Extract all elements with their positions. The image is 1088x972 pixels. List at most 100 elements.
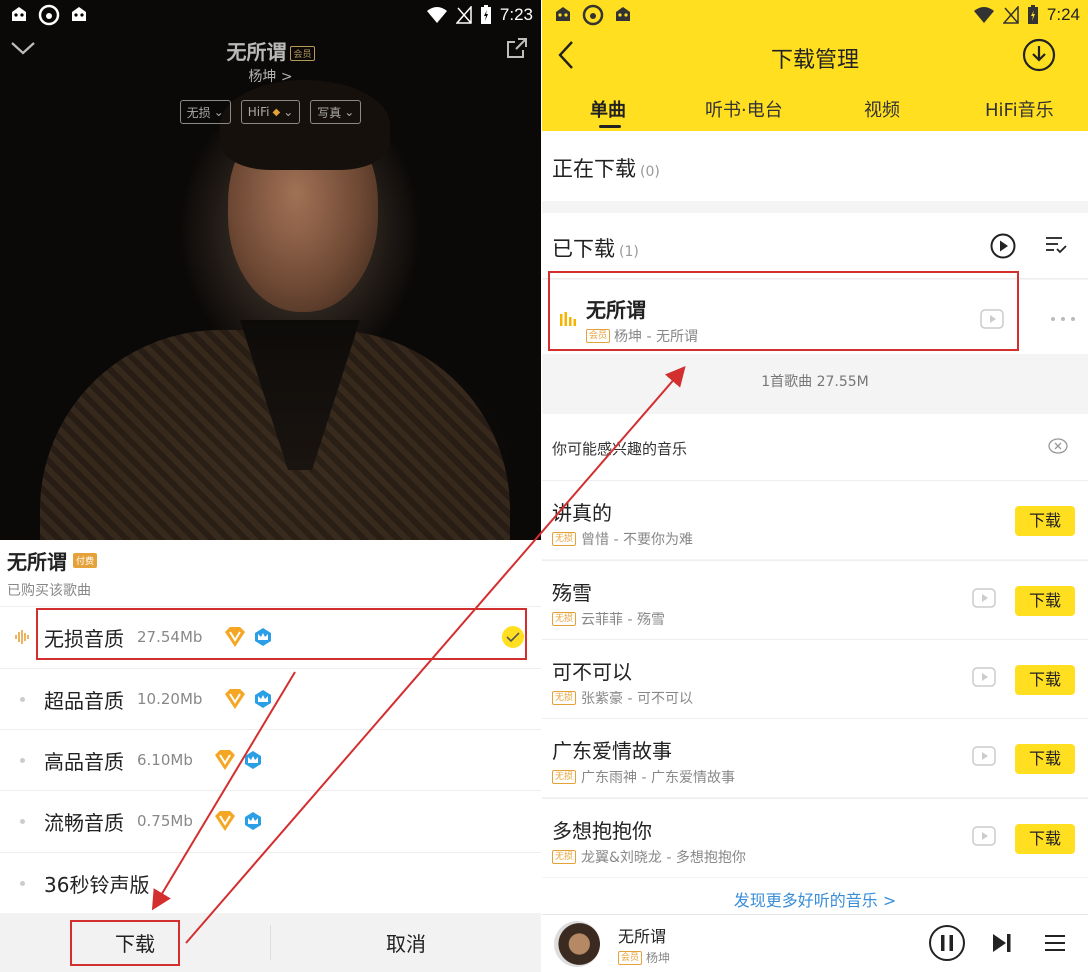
more-options-icon[interactable] — [1050, 316, 1076, 322]
app-notification-icon — [552, 4, 574, 26]
bullet-dot — [20, 696, 25, 702]
song-meta: 龙翼&刘晓龙 - 多想抱抱你 — [581, 850, 746, 866]
download-circle-icon[interactable] — [1022, 38, 1056, 72]
play-all-icon[interactable] — [990, 233, 1016, 259]
share-icon[interactable] — [505, 36, 529, 60]
download-manager-header: 7:24 下载管理 单曲 听书·电台 视频 HiFi音乐 — [542, 0, 1088, 131]
discover-more-link[interactable]: 发现更多好听的音乐 > — [542, 878, 1088, 914]
purchased-label: 已购买该歌曲 — [7, 583, 91, 599]
mv-play-icon[interactable] — [972, 746, 996, 766]
chevron-down-icon: ⌄ — [213, 105, 224, 119]
chip-hifi[interactable]: HiFi ◆ ⌄ — [240, 100, 301, 124]
crown-badge-icon — [243, 811, 263, 831]
quality-name: 36秒铃声版 — [44, 872, 150, 897]
downloaded-label: 已下载 — [552, 237, 615, 261]
recommend-row[interactable]: 广东爱情故事 无损 广东雨神 - 广东爱情故事 下载 — [542, 718, 1088, 797]
netease-icon — [38, 4, 60, 26]
vip-tag: 会员 — [618, 950, 643, 965]
quality-row-smooth[interactable]: 流畅音质 0.75Mb — [0, 790, 541, 851]
quality-row-high[interactable]: 高品音质 6.10Mb — [0, 729, 541, 790]
lossless-tag: 无损 — [552, 850, 577, 864]
netease-icon — [582, 4, 604, 26]
player-header: 无所谓 会员 杨坤 > 无损 ⌄ HiFi ◆ ⌄ 写真 ⌄ — [0, 30, 541, 130]
quality-row-ringtone[interactable]: 36秒铃声版 — [0, 852, 541, 913]
bullet-dot — [20, 880, 25, 886]
wifi-icon — [973, 6, 995, 24]
cancel-button[interactable]: 取消 — [271, 913, 541, 972]
song-meta: 广东雨神 - 广东爱情故事 — [581, 770, 735, 786]
status-time: 7:24 — [1046, 5, 1080, 24]
recommend-title: 你可能感兴趣的音乐 — [552, 440, 688, 458]
lossless-tag: 无损 — [552, 770, 577, 784]
mv-play-icon[interactable] — [972, 826, 996, 846]
quality-name: 高品音质 — [44, 749, 124, 774]
download-button[interactable]: 下载 — [1015, 744, 1075, 774]
close-icon[interactable] — [1048, 438, 1068, 454]
quality-size: 0.75Mb — [137, 812, 193, 830]
mv-play-icon[interactable] — [972, 667, 996, 687]
left-screen: 7:23 无所谓 会员 杨坤 > 无损 ⌄ HiFi ◆ ⌄ 写真 ⌄ 无所谓 付费 已购买… — [0, 0, 541, 972]
recommend-header: 你可能感兴趣的音乐 — [542, 414, 1088, 480]
battery-icon — [480, 5, 492, 25]
waveform-icon — [14, 629, 32, 645]
song-meta: 云菲菲 - 殇雪 — [581, 612, 665, 628]
album-cover[interactable] — [554, 921, 600, 967]
song-meta: 曾惜 - 不要你为难 — [581, 532, 693, 548]
vip-tag: 会员 — [290, 46, 315, 61]
highlight-box-downloaded-song — [548, 271, 1019, 351]
recommend-row[interactable]: 可不可以 无损 张紫豪 - 可不可以 下载 — [542, 639, 1088, 718]
recommend-row[interactable]: 讲真的 无损 曾惜 - 不要你为难 下载 — [542, 480, 1088, 559]
status-bar: 7:24 — [552, 0, 1088, 30]
app-notification-icon — [68, 4, 90, 26]
tab-videos[interactable]: 视频 — [864, 96, 900, 122]
player-song-title: 无所谓 — [618, 927, 667, 946]
download-button[interactable]: 下载 — [1015, 665, 1075, 695]
quality-chips: 无损 ⌄ HiFi ◆ ⌄ 写真 ⌄ — [0, 100, 541, 124]
chevron-down-icon: ⌄ — [283, 105, 294, 119]
now-playing-artist[interactable]: 杨坤 > — [0, 66, 541, 86]
chip-lossless[interactable]: 无损 ⌄ — [179, 100, 231, 124]
download-button[interactable]: 下载 — [1015, 586, 1075, 616]
download-summary: 1首歌曲 27.55M — [542, 354, 1088, 412]
song-meta: 张紫豪 - 可不可以 — [581, 691, 693, 707]
multi-select-icon[interactable] — [1044, 234, 1068, 256]
downloading-count: (0) — [640, 164, 660, 180]
bullet-dot — [20, 757, 25, 763]
vip-diamond-icon — [223, 688, 247, 710]
song-title: 殇雪 — [552, 581, 592, 605]
chip-photo[interactable]: 写真 ⌄ — [310, 100, 362, 124]
status-time: 7:23 — [499, 5, 533, 24]
quality-size: 6.10Mb — [137, 751, 193, 769]
mv-play-icon[interactable] — [972, 588, 996, 608]
song-title: 可不可以 — [552, 660, 632, 684]
recommend-row[interactable]: 多想抱抱你 无损 龙翼&刘晓龙 - 多想抱抱你 下载 — [542, 798, 1088, 877]
tab-singles[interactable]: 单曲 — [590, 96, 626, 122]
right-screen: 7:24 下载管理 单曲 听书·电台 视频 HiFi音乐 正在下载 (0) 已下载… — [542, 0, 1088, 972]
recommend-row[interactable]: 殇雪 无损 云菲菲 - 殇雪 下载 — [542, 560, 1088, 639]
active-tab-indicator — [599, 125, 621, 128]
diamond-icon: ◆ — [272, 106, 281, 118]
download-button[interactable]: 下载 — [1015, 506, 1075, 536]
download-button[interactable]: 下载 — [1015, 824, 1075, 854]
playlist-icon[interactable] — [1044, 934, 1066, 952]
pause-icon[interactable] — [928, 924, 966, 962]
app-notification-icon — [8, 4, 30, 26]
lossless-tag: 无损 — [552, 612, 577, 626]
song-title: 讲真的 — [552, 501, 612, 525]
downloaded-count: (1) — [619, 244, 639, 260]
next-track-icon[interactable] — [991, 933, 1013, 953]
downloading-section[interactable]: 正在下载 (0) — [542, 131, 1088, 201]
bullet-dot — [20, 818, 25, 824]
wifi-icon — [426, 6, 448, 24]
mini-player[interactable]: 无所谓 会员 杨坤 — [542, 914, 1088, 972]
downloading-label: 正在下载 — [552, 157, 636, 181]
tab-hifi-music[interactable]: HiFi音乐 — [985, 96, 1054, 122]
app-notification-icon — [612, 4, 634, 26]
vip-diamond-icon — [213, 749, 237, 771]
tab-audiobooks-radio[interactable]: 听书·电台 — [705, 96, 783, 122]
downloaded-section: 已下载 (1) — [542, 213, 1088, 279]
quality-row-super[interactable]: 超品音质 10.20Mb — [0, 668, 541, 729]
highlight-box-quality — [36, 608, 527, 660]
no-signal-icon — [1002, 6, 1019, 24]
lossless-tag: 无损 — [552, 532, 577, 546]
